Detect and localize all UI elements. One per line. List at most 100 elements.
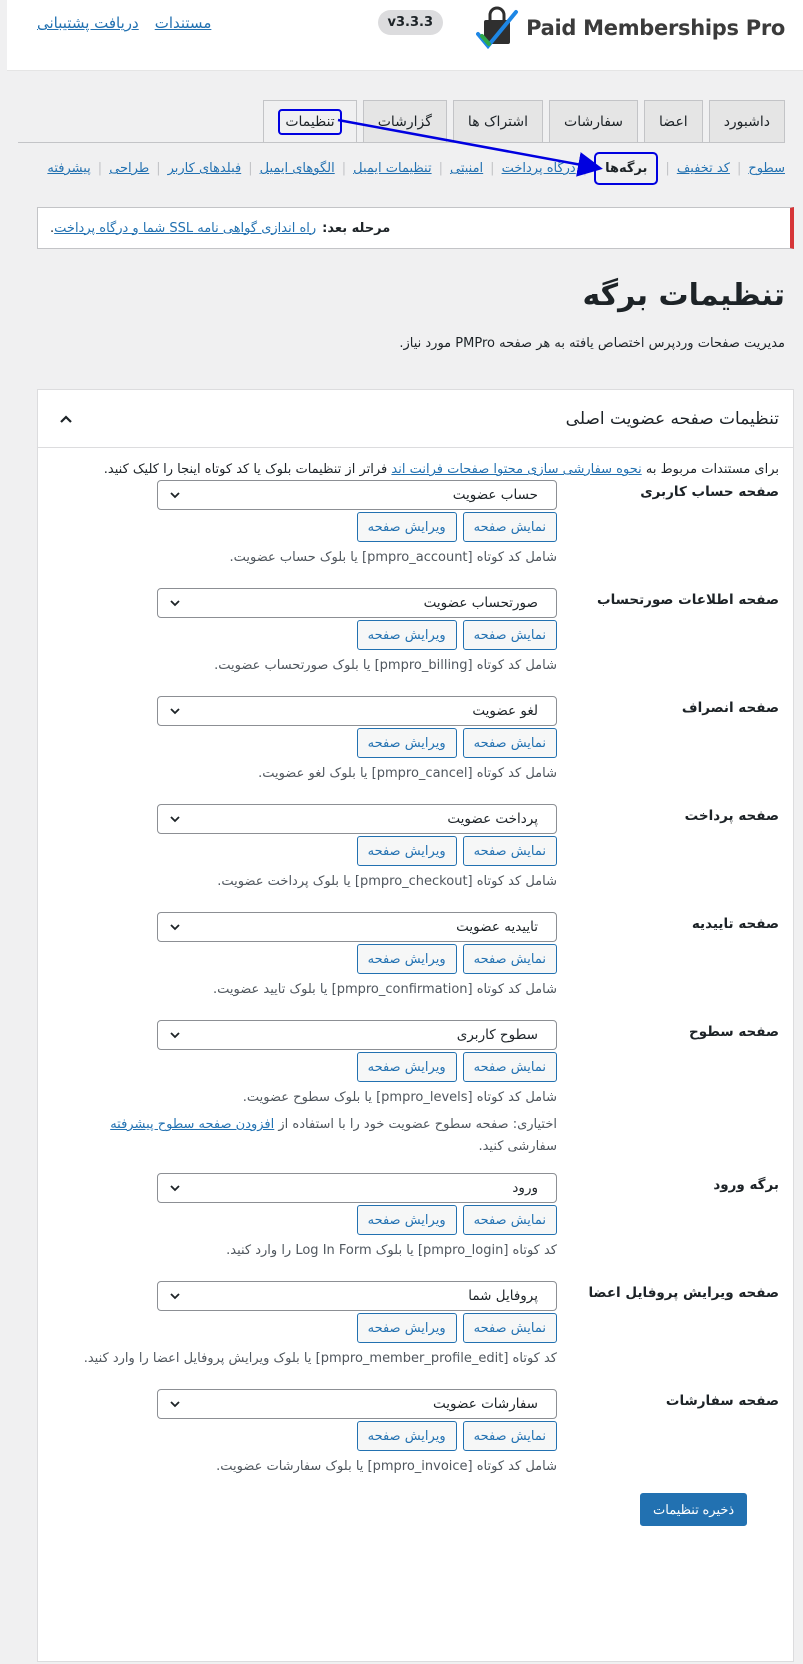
row-hint: کد کوتاه [pmpro_member_profile_edit] یا … [83, 1351, 557, 1366]
ssl-gateway-link[interactable]: راه اندازی گواهی نامه SSL شما و درگاه پر… [54, 221, 316, 236]
edit-page-button[interactable]: ویرایش صفحه [356, 1421, 457, 1451]
row-hint: شامل کد کوتاه [pmpro_invoice] یا بلوک سف… [216, 1459, 557, 1474]
row-label: صفحه سطوح [689, 1024, 779, 1040]
levels-page-select[interactable]: سطوح کاربری [157, 1020, 557, 1050]
subnav-separator: | [156, 161, 161, 176]
row-hint: شامل کد کوتاه [pmpro_levels] یا بلوک سطو… [242, 1090, 557, 1105]
levels-optional-hint: اختیاری: صفحه سطوح عضویت خود را با استفا… [97, 1114, 557, 1158]
view-page-button[interactable]: نمایش صفحه [462, 944, 557, 974]
brand[interactable]: Paid Memberships Pro [476, 6, 785, 50]
subnav-discount-codes[interactable]: کد تخفیف [677, 161, 730, 176]
select-value: صورتحساب عضویت [423, 595, 538, 611]
tab-members[interactable]: اعضا [644, 100, 703, 143]
confirmation-page-select[interactable]: تاییدیه عضویت [157, 912, 557, 942]
invoice-page-select[interactable]: سفارشات عضویت [157, 1389, 557, 1419]
select-value: ورود [512, 1180, 538, 1196]
row-hint: شامل کد کوتاه [pmpro_account] یا بلوک حس… [229, 550, 558, 565]
panel-header[interactable]: تنظیمات صفحه عضویت اصلی [38, 390, 793, 448]
row-hint: شامل کد کوتاه [pmpro_confirmation] یا بل… [213, 982, 557, 997]
row-label: صفحه اطلاعات صورتحساب [597, 592, 779, 608]
view-page-button[interactable]: نمایش صفحه [462, 1421, 557, 1451]
pages-settings-panel: تنظیمات صفحه عضویت اصلی برای مستندات مرب… [37, 389, 794, 1662]
subnav-design[interactable]: طراحی [109, 161, 149, 176]
view-page-button[interactable]: نمایش صفحه [462, 1205, 557, 1235]
notice-suffix: . [50, 220, 55, 236]
row-hint: شامل کد کوتاه [pmpro_cancel] یا بلوک لغو… [258, 766, 557, 781]
save-settings-button[interactable]: ذخیره تنظیمات [640, 1493, 748, 1526]
edit-page-button[interactable]: ویرایش صفحه [356, 944, 457, 974]
intro-suffix: فراتر از تنظیمات بلوک یا کد کوتاه اینجا … [103, 462, 388, 477]
subnav-separator: | [97, 161, 103, 176]
documentation-link[interactable]: مستندات [155, 14, 212, 32]
subnav-separator: | [438, 161, 443, 176]
tab-reports[interactable]: گزارشات [362, 100, 447, 143]
subnav-email-templates[interactable]: الگوهای ایمیل [260, 161, 335, 176]
edit-page-button[interactable]: ویرایش صفحه [356, 512, 457, 542]
tab-settings-label: تنظیمات [278, 108, 342, 135]
row-hint: شامل کد کوتاه [pmpro_billing] یا بلوک صو… [214, 658, 557, 673]
edit-page-button[interactable]: ویرایش صفحه [356, 728, 457, 758]
subnav-advanced[interactable]: پیشرفته [47, 161, 90, 176]
edit-page-button[interactable]: ویرایش صفحه [356, 1205, 457, 1235]
row-label: صفحه تاییدیه [691, 916, 779, 932]
view-page-button[interactable]: نمایش صفحه [462, 512, 557, 542]
subnav-user-fields[interactable]: فیلدهای کاربر [168, 161, 242, 176]
cancel-page-select[interactable]: لغو عضویت [157, 696, 557, 726]
row-hint: کد کوتاه [pmpro_login] یا بلوک Log In Fo… [226, 1243, 557, 1258]
chevron-down-icon [170, 816, 180, 823]
subnav-security[interactable]: امنیتی [450, 161, 483, 176]
chevron-down-icon [170, 1401, 180, 1408]
select-value: سطوح کاربری [456, 1027, 538, 1043]
customize-frontend-link[interactable]: نحوه سفارشی سازی محتوا صفحات فرانت اند [391, 462, 641, 477]
subnav-payment-gateway[interactable]: درگاه پرداخت [502, 161, 576, 176]
member-profile-edit-select[interactable]: پروفایل شما [157, 1281, 557, 1311]
edit-page-button[interactable]: ویرایش صفحه [356, 836, 457, 866]
subnav-separator: | [490, 161, 495, 176]
billing-page-select[interactable]: صورتحساب عضویت [157, 588, 557, 618]
row-label: صفحه انصراف [681, 700, 779, 716]
select-value: تاییدیه عضویت [456, 919, 538, 935]
subnav-levels[interactable]: سطوح [748, 161, 785, 176]
version-badge: v3.3.3 [377, 10, 443, 35]
select-value: سفارشات عضویت [433, 1396, 538, 1412]
view-page-button[interactable]: نمایش صفحه [462, 728, 557, 758]
login-page-select[interactable]: ورود [157, 1173, 557, 1203]
levels-extra-prefix: اختیاری: صفحه سطوح عضویت خود را با استفا… [278, 1117, 557, 1132]
tab-orders[interactable]: سفارشات [549, 100, 639, 143]
subnav-email-settings[interactable]: تنظیمات ایمیل [353, 161, 432, 176]
next-step-notice: مرحله بعد: راه اندازی گواهی نامه SSL شما… [37, 207, 794, 249]
subnav-separator: | [582, 161, 588, 176]
settings-subnav: سطوح | کد تخفیف | برگه‌ها | درگاه پرداخت… [47, 152, 785, 185]
chevron-down-icon [170, 1032, 180, 1039]
edit-page-button[interactable]: ویرایش صفحه [356, 620, 457, 650]
view-page-button[interactable]: نمایش صفحه [462, 1313, 557, 1343]
chevron-up-icon[interactable] [56, 409, 76, 429]
chevron-down-icon [170, 1185, 180, 1192]
checkout-page-select[interactable]: پرداخت عضویت [157, 804, 557, 834]
row-label: صفحه ویرایش پروفایل اعضا [588, 1285, 779, 1301]
select-value: پروفایل شما [468, 1288, 538, 1304]
edit-page-button[interactable]: ویرایش صفحه [356, 1052, 457, 1082]
row-hint: شامل کد کوتاه [pmpro_checkout] یا بلوک پ… [217, 874, 557, 889]
view-page-button[interactable]: نمایش صفحه [462, 836, 557, 866]
advanced-levels-addon-link[interactable]: افزودن صفحه سطوح پیشرفته [110, 1117, 274, 1132]
panel-intro: برای مستندات مربوط به نحوه سفارشی سازی م… [104, 462, 779, 477]
levels-extra-suffix: سفارشی کنید. [478, 1139, 557, 1155]
chevron-down-icon [170, 600, 180, 607]
account-page-select[interactable]: حساب عضویت [157, 480, 557, 510]
row-label: صفحه سفارشات [665, 1393, 779, 1409]
tab-settings[interactable]: تنظیمات [263, 100, 357, 143]
subnav-pages[interactable]: برگه‌ها [594, 152, 659, 185]
edit-page-button[interactable]: ویرایش صفحه [356, 1313, 457, 1343]
pmpro-logo-icon [476, 6, 519, 50]
support-link[interactable]: دریافت پشتیبانی [37, 14, 139, 32]
tab-subscriptions[interactable]: اشتراک ها [452, 100, 544, 143]
chevron-down-icon [170, 924, 180, 931]
main-nav-tabs: داشبورد اعضا سفارشات اشتراک ها گزارشات ت… [263, 100, 785, 143]
view-page-button[interactable]: نمایش صفحه [462, 1052, 557, 1082]
page-title: تنظیمات برگه [582, 278, 785, 313]
tab-dashboard[interactable]: داشبورد [708, 100, 785, 143]
row-label: صفحه پرداخت [684, 808, 779, 824]
view-page-button[interactable]: نمایش صفحه [462, 620, 557, 650]
page-description: مدیریت صفحات وردپرس اختصاص یافته به هر ص… [399, 336, 785, 351]
